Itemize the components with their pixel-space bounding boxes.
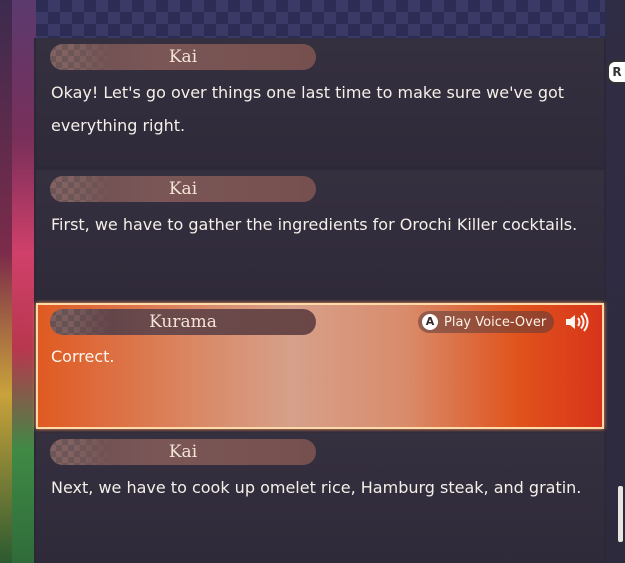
dialogue-text: Next, we have to cook up omelet rice, Ha… (51, 478, 582, 497)
dialogue-text: Okay! Let's go over things one last time… (51, 83, 565, 135)
speaker-nameplate: Kai (50, 439, 316, 465)
a-button-icon: A (422, 314, 438, 330)
play-voice-over-button[interactable]: A Play Voice-Over (418, 309, 592, 335)
speaker-name: Kai (168, 179, 198, 199)
r-button-icon[interactable]: R (607, 60, 625, 84)
speaker-nameplate: Kai (50, 44, 316, 70)
log-entry[interactable]: Kai First, we have to gather the ingredi… (36, 170, 604, 298)
speaker-name: Kai (168, 442, 198, 462)
speaker-nameplate: Kurama (50, 309, 316, 335)
speaker-name: Kai (168, 47, 198, 67)
speaker-name: Kurama (149, 312, 217, 332)
dialogue-text: Correct. (51, 347, 115, 366)
voice-over-pill[interactable]: A Play Voice-Over (418, 311, 555, 333)
log-entry[interactable]: Kai Next, we have to cook up omelet rice… (36, 433, 604, 563)
voice-over-label: Play Voice-Over (444, 314, 547, 330)
speaker-icon (566, 312, 589, 332)
dialogue-text: First, we have to gather the ingredients… (51, 215, 578, 234)
speaker-nameplate: Kai (50, 176, 316, 202)
log-entry-selected[interactable]: Kurama A Play Voice-Over Correct. (36, 303, 604, 429)
background-checker-pattern (0, 0, 625, 40)
log-entry[interactable]: Kai Okay! Let's go over things one last … (36, 38, 604, 166)
background-scenery (0, 0, 36, 563)
scrollbar-thumb[interactable] (618, 486, 623, 542)
background-edge (605, 0, 625, 563)
